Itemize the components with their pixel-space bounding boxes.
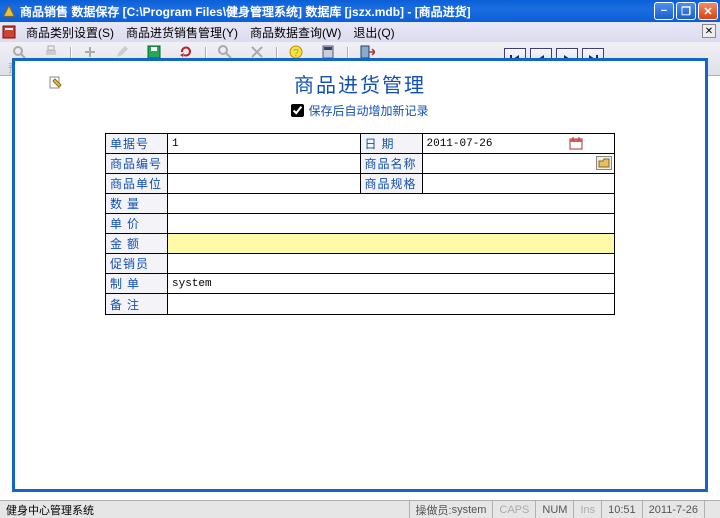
label-promoter: 促销员 xyxy=(106,254,168,273)
resize-grip[interactable] xyxy=(704,501,720,518)
auto-add-label: 保存后自动增加新记录 xyxy=(308,102,428,119)
label-billno: 单据号 xyxy=(106,134,168,153)
label-spec: 商品规格 xyxy=(361,174,423,193)
close-button[interactable]: ✕ xyxy=(698,2,718,20)
label-qty: 数 量 xyxy=(106,194,168,213)
svg-text:?: ? xyxy=(293,48,299,59)
label-prodname: 商品名称 xyxy=(361,154,423,173)
field-unit[interactable] xyxy=(168,174,361,193)
mdi-system-icon[interactable] xyxy=(2,25,16,39)
form-panel: 商品进货管理 保存后自动增加新记录 单据号 1 日 期 2011-07-26 商… xyxy=(12,58,708,492)
window-title: 商品销售 数据保存 [C:\Program Files\健身管理系统] 数据库 … xyxy=(20,3,654,20)
statusbar: 健身中心管理系统 操做员:system CAPS NUM Ins 10:51 2… xyxy=(0,500,720,518)
status-date: 2011-7-26 xyxy=(642,501,704,518)
label-maker: 制 单 xyxy=(106,274,168,293)
field-price[interactable] xyxy=(168,214,614,233)
label-prodno: 商品编号 xyxy=(106,154,168,173)
calendar-icon[interactable] xyxy=(568,136,584,150)
form-grid: 单据号 1 日 期 2011-07-26 商品编号 商品名称 商品单位 xyxy=(105,133,615,315)
menu-category[interactable]: 商品类别设置(S) xyxy=(20,22,120,43)
label-remark: 备 注 xyxy=(106,294,168,314)
status-num: NUM xyxy=(535,501,573,518)
status-time: 10:51 xyxy=(601,501,642,518)
menu-query[interactable]: 商品数据查询(W) xyxy=(244,22,347,43)
menu-exit[interactable]: 退出(Q) xyxy=(347,22,400,43)
label-price: 单 价 xyxy=(106,214,168,233)
menubar: 商品类别设置(S) 商品进货销售管理(Y) 商品数据查询(W) 退出(Q) ✕ xyxy=(0,22,720,42)
page-title: 商品进货管理 xyxy=(25,69,695,98)
field-remark[interactable] xyxy=(168,294,614,314)
field-prodname[interactable] xyxy=(423,154,615,173)
status-ins: Ins xyxy=(573,501,601,518)
edit-mode-icon xyxy=(49,75,63,89)
field-qty[interactable] xyxy=(168,194,614,213)
status-app: 健身中心管理系统 xyxy=(0,501,409,518)
browse-product-button[interactable] xyxy=(596,156,612,170)
label-date: 日 期 xyxy=(361,134,423,153)
minimize-button[interactable]: − xyxy=(654,2,674,20)
mdi-close-button[interactable]: ✕ xyxy=(702,24,716,38)
menu-sales[interactable]: 商品进货销售管理(Y) xyxy=(120,22,244,43)
field-amount[interactable] xyxy=(168,234,614,253)
field-billno[interactable]: 1 xyxy=(168,134,361,153)
app-icon xyxy=(2,4,16,18)
label-unit: 商品单位 xyxy=(106,174,168,193)
field-spec[interactable] xyxy=(423,174,615,193)
field-date[interactable]: 2011-07-26 xyxy=(423,134,615,153)
field-prodno[interactable] xyxy=(168,154,361,173)
status-operator: 操做员:system xyxy=(409,501,493,518)
restore-button[interactable]: ❐ xyxy=(676,2,696,20)
field-promoter[interactable] xyxy=(168,254,614,273)
status-caps: CAPS xyxy=(492,501,535,518)
auto-add-checkbox[interactable] xyxy=(291,104,304,117)
label-amount: 金 额 xyxy=(106,234,168,253)
field-maker[interactable]: system xyxy=(168,274,614,293)
window-titlebar: 商品销售 数据保存 [C:\Program Files\健身管理系统] 数据库 … xyxy=(0,0,720,22)
